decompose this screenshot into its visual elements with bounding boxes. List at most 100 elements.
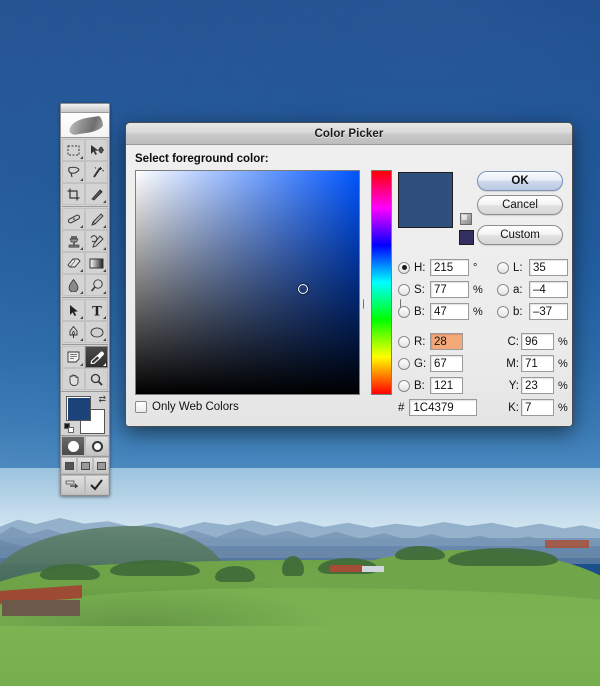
- dialog-title: Color Picker: [314, 127, 384, 140]
- photoshop-feather-logo: [61, 113, 109, 138]
- quickmask-mode-button[interactable]: [85, 436, 109, 456]
- field-row-hsb-lab-1: H: 215 ° L: 35: [398, 257, 568, 278]
- unit-yellow: %: [558, 379, 568, 392]
- toolbox-divider: [62, 206, 108, 207]
- imageready-check-button[interactable]: [85, 475, 109, 495]
- input-yellow[interactable]: 23: [521, 377, 554, 394]
- tool-eyedropper[interactable]: [85, 346, 108, 368]
- dialog-titlebar[interactable]: Color Picker: [126, 123, 572, 145]
- only-web-colors-row[interactable]: Only Web Colors: [135, 401, 239, 413]
- submenu-corner-icon: [80, 247, 83, 250]
- input-magenta[interactable]: 71: [521, 355, 554, 372]
- tool-shape[interactable]: [85, 321, 108, 343]
- color-picker-dialog[interactable]: Color Picker Select foreground color: OK…: [125, 122, 573, 427]
- web-safe-cube-icon[interactable]: [460, 213, 473, 226]
- input-green[interactable]: 67: [430, 355, 463, 372]
- input-lab-l[interactable]: 35: [529, 259, 568, 276]
- input-lab-a[interactable]: –4: [529, 281, 568, 298]
- swap-colors-icon[interactable]: ⇄: [98, 394, 106, 405]
- toolbox-titlebar[interactable]: [61, 104, 109, 113]
- color-field-marker[interactable]: [298, 284, 309, 295]
- toolbox-divider: [62, 344, 108, 345]
- farmhouse-white-roof: [362, 566, 384, 572]
- cancel-button[interactable]: Cancel: [477, 195, 563, 215]
- tool-clone-stamp[interactable]: [62, 230, 85, 252]
- input-blue[interactable]: 121: [430, 377, 463, 394]
- tool-brush[interactable]: [85, 208, 108, 230]
- tool-type[interactable]: T: [85, 299, 108, 321]
- radio-brightness[interactable]: [398, 305, 410, 318]
- tool-row: [62, 368, 108, 390]
- tool-healing-brush[interactable]: [62, 208, 85, 230]
- tool-notes[interactable]: [62, 346, 85, 368]
- unit-cyan: %: [558, 335, 568, 348]
- input-red[interactable]: 28: [430, 333, 463, 350]
- hex-hash-label: #: [398, 401, 405, 414]
- radio-blue[interactable]: [398, 379, 410, 392]
- input-brightness[interactable]: 47: [430, 303, 469, 320]
- ok-button[interactable]: OK: [477, 171, 563, 191]
- tool-zoom[interactable]: [85, 368, 108, 390]
- tool-slice[interactable]: [85, 183, 108, 205]
- submenu-corner-icon: [80, 363, 83, 366]
- submenu-corner-icon: [103, 247, 106, 250]
- jump-to-imageready-button[interactable]: [61, 475, 85, 495]
- standard-screen-icon: [64, 461, 74, 470]
- input-cyan[interactable]: 96: [521, 333, 554, 350]
- tool-pen[interactable]: [62, 321, 85, 343]
- only-web-colors-checkbox[interactable]: [135, 401, 147, 413]
- radio-lab-l[interactable]: [497, 261, 509, 274]
- radio-lab-a[interactable]: [497, 283, 509, 296]
- hue-slider-strip[interactable]: [371, 170, 392, 395]
- web-safe-alternate-swatch[interactable]: [459, 230, 474, 245]
- toolbox-color-swatches[interactable]: ⇄: [61, 391, 109, 435]
- tool-dodge[interactable]: [85, 274, 108, 296]
- input-lab-b[interactable]: –37: [529, 303, 568, 320]
- tool-lasso[interactable]: [62, 161, 85, 183]
- radio-lab-b[interactable]: [497, 305, 509, 318]
- wallpaper-landscape-photo: [0, 468, 600, 686]
- tool-magic-wand[interactable]: [85, 161, 108, 183]
- label-saturation: S:: [414, 283, 425, 296]
- full-screen-button[interactable]: [93, 457, 109, 474]
- tool-row: [62, 139, 108, 161]
- standard-screen-mode-button[interactable]: [61, 457, 77, 474]
- input-hue[interactable]: 215: [430, 259, 469, 276]
- radio-red[interactable]: [398, 335, 410, 348]
- quickmask-mode-group[interactable]: [61, 435, 109, 456]
- photoshop-toolbox[interactable]: T ⇄: [60, 103, 110, 496]
- unit-brightness: %: [473, 305, 483, 318]
- tool-crop[interactable]: [62, 183, 85, 205]
- jump-to-group[interactable]: [61, 474, 109, 495]
- tool-path-selection[interactable]: [62, 299, 85, 321]
- screen-mode-group[interactable]: [61, 456, 109, 474]
- tool-gradient[interactable]: [85, 252, 108, 274]
- tool-blur[interactable]: [62, 274, 85, 296]
- hue-slider-arrow-left[interactable]: [364, 299, 371, 310]
- standard-mode-button[interactable]: [61, 436, 85, 456]
- label-blue: B:: [414, 379, 425, 392]
- tool-move[interactable]: [85, 139, 108, 161]
- input-black[interactable]: 7: [521, 399, 554, 416]
- unit-black: %: [558, 401, 568, 414]
- submenu-corner-icon: [80, 156, 83, 159]
- radio-hue[interactable]: [398, 261, 410, 274]
- custom-button[interactable]: Custom: [477, 225, 563, 245]
- saturation-brightness-field[interactable]: [135, 170, 360, 395]
- tool-row: [62, 183, 108, 205]
- tool-history-brush[interactable]: [85, 230, 108, 252]
- radio-green[interactable]: [398, 357, 410, 370]
- tool-eraser[interactable]: [62, 252, 85, 274]
- tool-marquee[interactable]: [62, 139, 85, 161]
- label-cyan: C:: [507, 335, 520, 348]
- radio-saturation[interactable]: [398, 283, 410, 296]
- default-colors-icon[interactable]: [64, 423, 74, 433]
- submenu-corner-icon: [80, 316, 83, 319]
- foreground-color-swatch[interactable]: [66, 396, 91, 421]
- full-screen-menubar-button[interactable]: [77, 457, 93, 474]
- input-saturation[interactable]: 77: [430, 281, 469, 298]
- tree-cluster: [448, 548, 558, 566]
- tool-hand[interactable]: [62, 368, 85, 390]
- hex-input[interactable]: 1C4379: [409, 399, 478, 416]
- svg-text:T: T: [92, 304, 102, 317]
